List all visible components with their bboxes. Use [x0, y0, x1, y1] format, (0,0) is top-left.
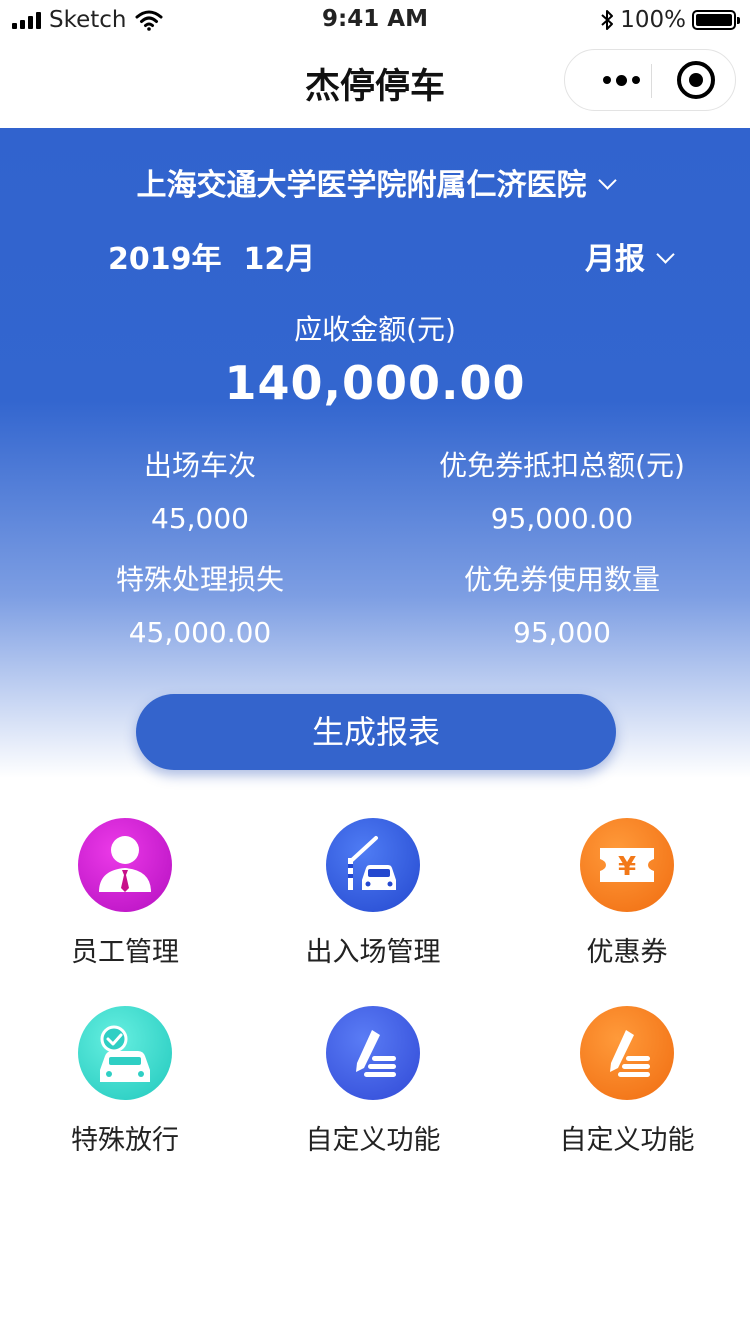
stat-coupon-total: 优免券抵扣总额(元) 95,000.00: [412, 444, 712, 535]
grid-item-custom-2[interactable]: 自定义功能: [517, 1006, 737, 1157]
report-summary: 上海交通大学医学院附属仁济医院 2019年 12月 月报 应收金额(元) 140,…: [0, 128, 750, 778]
svg-text:¥: ¥: [618, 852, 636, 882]
amount-label: 应收金额(元): [294, 313, 456, 346]
chevron-down-icon: [656, 245, 675, 264]
amount-value: 140,000.00: [224, 356, 526, 410]
stat-value: 45,000.00: [128, 616, 272, 649]
grid-item-coupon[interactable]: ¥ 优惠券: [517, 818, 737, 969]
battery-percent: 100%: [620, 7, 686, 33]
pen-list-icon: [580, 1006, 674, 1100]
status-bar: Sketch 9:41 AM 100%: [0, 0, 750, 40]
grid-label: 自定义功能: [559, 1125, 695, 1156]
grid-item-gate-management[interactable]: 出入场管理: [263, 818, 483, 969]
stat-label: 出场车次: [143, 449, 256, 482]
coupon-yuan-icon: ¥: [580, 818, 674, 912]
stat-value: 95,000.00: [490, 502, 634, 535]
grid-label: 特殊放行: [71, 1125, 179, 1156]
miniapp-capsule: [564, 49, 736, 111]
date-selector[interactable]: 2019年 12月: [108, 234, 315, 278]
grid-label: 优惠券: [586, 937, 668, 968]
grid-item-special-release[interactable]: 特殊放行: [15, 1006, 235, 1157]
grid-item-custom-1[interactable]: 自定义功能: [263, 1006, 483, 1157]
grid-label: 出入场管理: [305, 937, 441, 968]
stat-value: 95,000: [513, 616, 611, 649]
grid-label: 员工管理: [71, 937, 179, 968]
close-miniapp-icon[interactable]: [677, 61, 715, 99]
grid-item-employee[interactable]: 员工管理: [15, 818, 235, 969]
pen-list-icon: [326, 1006, 420, 1100]
stat-exit-count: 出场车次 45,000: [75, 444, 325, 535]
gate-car-icon: [326, 818, 420, 912]
status-right: 100%: [600, 6, 740, 34]
stat-coupon-count: 优免券使用数量 95,000: [412, 558, 712, 649]
period-selector[interactable]: 月报: [585, 234, 675, 278]
stat-value: 45,000: [151, 502, 249, 535]
year-label: 2019年: [108, 242, 222, 277]
battery-icon: [692, 10, 740, 30]
hospital-name: 上海交通大学医学院附属仁济医院: [136, 168, 587, 203]
generate-report-button[interactable]: 生成报表: [136, 694, 616, 770]
chevron-down-icon: [597, 171, 617, 190]
bluetooth-icon: [601, 10, 614, 30]
stat-label: 优免券抵扣总额(元): [439, 449, 685, 482]
employee-icon: [78, 818, 172, 912]
stat-label: 优免券使用数量: [463, 563, 660, 596]
hospital-selector[interactable]: 上海交通大学医学院附属仁济医院: [0, 160, 750, 204]
period-label: 月报: [585, 242, 645, 277]
month-label: 12月: [243, 242, 316, 277]
capsule-divider: [651, 64, 652, 98]
grid-label: 自定义功能: [305, 1125, 441, 1156]
stat-label: 特殊处理损失: [115, 563, 284, 596]
nav-bar: 杰停停车: [0, 40, 750, 128]
more-icon[interactable]: [591, 50, 651, 110]
car-check-icon: [78, 1006, 172, 1100]
stat-special-loss: 特殊处理损失 45,000.00: [75, 558, 325, 649]
